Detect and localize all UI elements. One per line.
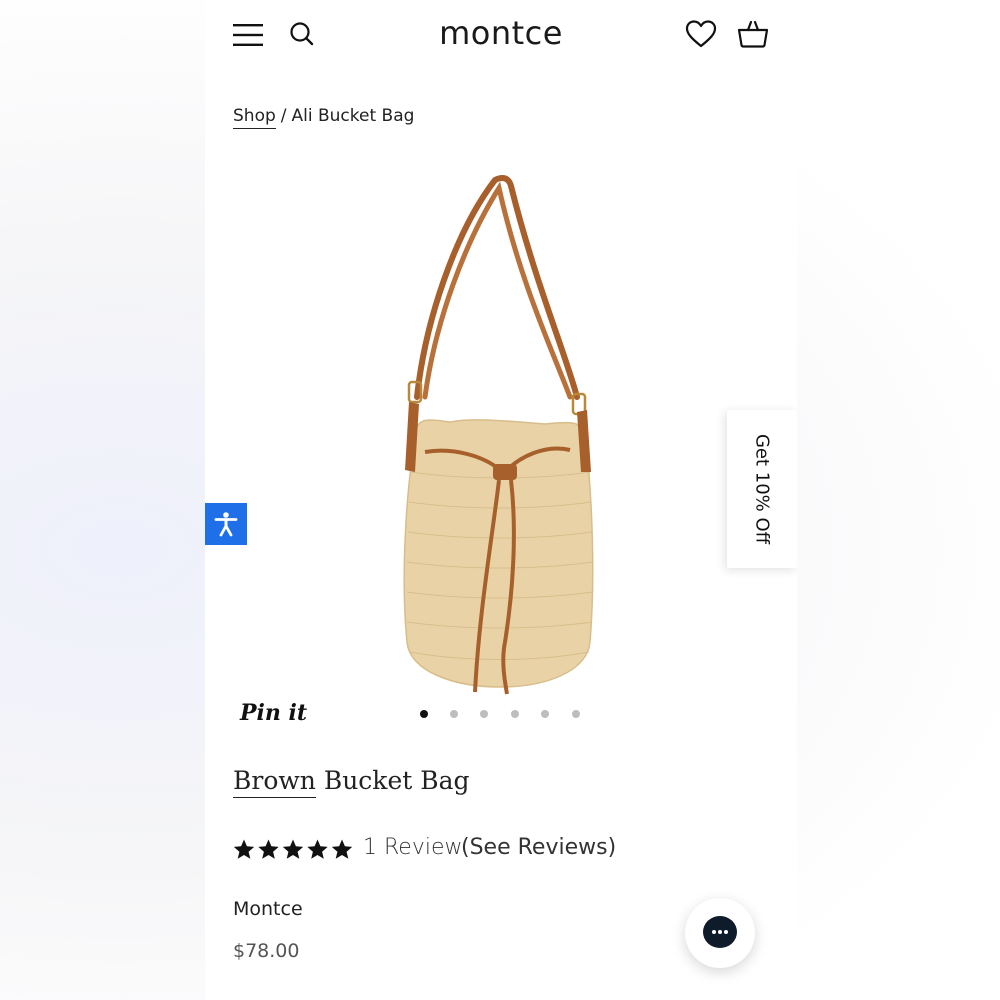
gallery-dot[interactable] — [480, 710, 488, 718]
gallery-dot[interactable] — [511, 710, 519, 718]
accessibility-icon — [214, 512, 238, 537]
heart-icon[interactable] — [685, 19, 717, 49]
product-price: $78.00 — [233, 940, 300, 962]
product-vendor: Montce — [233, 898, 303, 920]
star-rating-icon — [233, 839, 353, 859]
accessibility-button[interactable] — [205, 503, 247, 545]
gallery-dot[interactable] — [420, 710, 428, 718]
breadcrumb: Shop / Ali Bucket Bag — [233, 106, 415, 129]
gallery-dot[interactable] — [450, 710, 458, 718]
breadcrumb-separator: / — [280, 106, 287, 126]
breadcrumb-current: Ali Bucket Bag — [291, 106, 415, 126]
pinterest-pin-button[interactable]: Pin it — [240, 700, 307, 726]
review-count: 1 Review — [363, 835, 463, 860]
product-title-rest: Bucket Bag — [315, 766, 470, 795]
product-image-bucket-bag[interactable] — [395, 172, 605, 702]
site-header: montce — [205, 0, 797, 70]
product-page: montce Shop / Ali Bucket Bag Get 10% Off… — [205, 0, 797, 1000]
discount-promo-tab[interactable]: Get 10% Off — [727, 410, 797, 568]
gallery-dot[interactable] — [541, 710, 549, 718]
basket-icon[interactable] — [737, 19, 769, 49]
gallery-dot[interactable] — [572, 710, 580, 718]
product-title-color-link[interactable]: Brown — [233, 766, 316, 798]
breadcrumb-shop-link[interactable]: Shop — [233, 106, 276, 129]
see-reviews-link[interactable]: (See Reviews) — [461, 835, 616, 860]
chat-icon — [703, 916, 737, 948]
product-title: Brown Bucket Bag — [233, 766, 470, 798]
promo-label: Get 10% Off — [751, 433, 773, 545]
chat-button[interactable] — [685, 898, 755, 968]
